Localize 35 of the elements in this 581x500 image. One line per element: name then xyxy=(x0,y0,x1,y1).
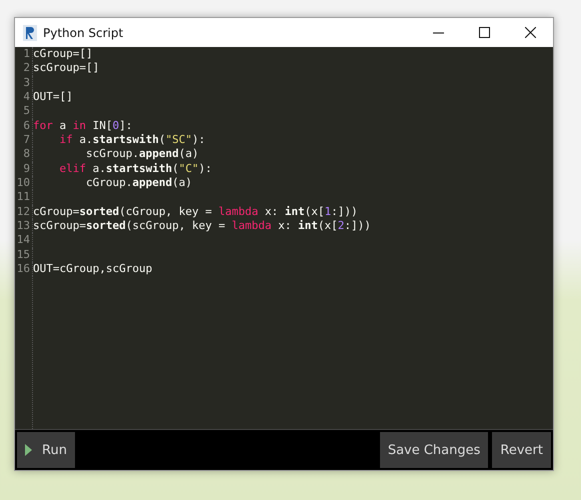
line-number: 15 xyxy=(15,248,33,262)
line-number: 1 xyxy=(15,47,33,62)
app-logo-icon xyxy=(23,24,37,40)
line-number: 16 xyxy=(15,262,33,276)
line-number: 3 xyxy=(15,76,33,90)
line-number: 9 xyxy=(15,162,33,176)
close-icon xyxy=(524,27,536,38)
code-line: OUT=[] xyxy=(33,90,73,104)
code-line: elif a.startswith("C"): xyxy=(59,162,212,176)
line-number: 8 xyxy=(15,147,33,162)
line-number: 6 xyxy=(15,118,33,133)
line-number: 12 xyxy=(15,204,33,219)
line-number: 13 xyxy=(15,218,33,234)
code-line: scGroup.append(a) xyxy=(86,147,199,162)
run-button[interactable]: Run xyxy=(17,432,75,468)
revert-button[interactable]: Revert xyxy=(492,432,551,468)
line-number: 2 xyxy=(15,61,33,76)
line-number: 14 xyxy=(15,233,33,248)
line-number: 7 xyxy=(15,132,33,148)
play-icon xyxy=(25,444,32,456)
code-line: cGroup=[] xyxy=(33,47,93,62)
window-title: Python Script xyxy=(43,26,124,40)
code-line: for a in IN[0]: xyxy=(33,118,132,133)
code-line: cGroup=sorted(cGroup, key = lambda x: int(x[1:])) xyxy=(33,204,358,219)
maximize-icon xyxy=(478,27,490,38)
code-line: if a.startswith("SC"): xyxy=(59,132,206,148)
code-line: cGroup.append(a) xyxy=(86,176,192,190)
line-number: 11 xyxy=(15,190,33,205)
code-line: OUT=cGroup,scGroup xyxy=(33,262,152,276)
line-number: 10 xyxy=(15,176,33,190)
save-changes-button[interactable]: Save Changes xyxy=(380,432,488,468)
line-number: 5 xyxy=(15,104,33,119)
line-number: 4 xyxy=(15,90,33,104)
code-line: scGroup=sorted(scGroup, key = lambda x: int(x[2:])) xyxy=(33,218,371,234)
code-line: scGroup=[] xyxy=(33,61,100,76)
